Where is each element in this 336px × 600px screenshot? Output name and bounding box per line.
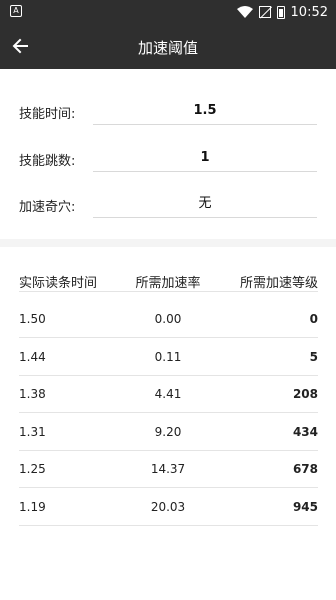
haste-level-cell: 434 <box>292 425 318 439</box>
haste-rate-cell: 0.11 <box>154 350 182 364</box>
section-divider <box>0 239 336 247</box>
haste-rate-cell: 9.20 <box>154 425 182 439</box>
haste-level-cell: 5 <box>309 350 318 364</box>
haste-rate-cell: 4.41 <box>154 387 182 401</box>
haste-rate-cell: 0.00 <box>154 312 182 326</box>
app-bar: 加速阈值 <box>0 24 336 69</box>
haste-level-cell: 208 <box>292 387 318 401</box>
skill-time-label: 技能时间: <box>19 107 76 122</box>
table-header: 实际读条时间 所需加速率 所需加速等级 <box>0 268 336 292</box>
haste-talent-label: 加速奇穴: <box>19 200 76 215</box>
table-row: 1.50 0.00 0 <box>0 300 336 338</box>
battery-icon <box>276 5 285 19</box>
threshold-form: 技能时间: 1.5 技能跳数: 1 加速奇穴: 无 <box>0 69 336 239</box>
haste-level-cell: 678 <box>292 462 318 476</box>
table-row: 1.44 0.11 5 <box>0 338 336 376</box>
no-sim-icon <box>258 6 271 18</box>
row-divider <box>19 525 318 526</box>
status-bar: A 10:52 <box>0 0 336 24</box>
page-title: 加速阈值 <box>137 39 198 57</box>
skill-hops-input[interactable]: 1 <box>93 144 317 172</box>
haste-level-cell: 0 <box>309 312 318 326</box>
status-time: 10:52 <box>290 4 328 20</box>
header-underline <box>19 291 318 292</box>
haste-level-cell: 945 <box>292 500 318 514</box>
header-haste-level: 所需加速等级 <box>239 276 318 291</box>
skill-hops-row: 技能跳数: 1 <box>0 140 336 176</box>
haste-talent-select[interactable]: 无 <box>93 190 317 218</box>
wifi-icon <box>236 6 253 18</box>
table-row: 1.31 9.20 434 <box>0 413 336 451</box>
skill-time-row: 技能时间: 1.5 <box>0 93 336 129</box>
haste-talent-row: 加速奇穴: 无 <box>0 186 336 222</box>
haste-rate-cell: 20.03 <box>150 500 186 514</box>
table-row: 1.25 14.37 678 <box>0 450 336 488</box>
table-row: 1.19 20.03 945 <box>0 488 336 526</box>
status-icons: 10:52 <box>236 3 328 21</box>
skill-time-input[interactable]: 1.5 <box>93 97 317 125</box>
app-notification-icon: A <box>10 5 22 17</box>
skill-hops-label: 技能跳数: <box>19 154 76 169</box>
table-row: 1.38 4.41 208 <box>0 375 336 413</box>
haste-rate-cell: 14.37 <box>150 462 186 476</box>
